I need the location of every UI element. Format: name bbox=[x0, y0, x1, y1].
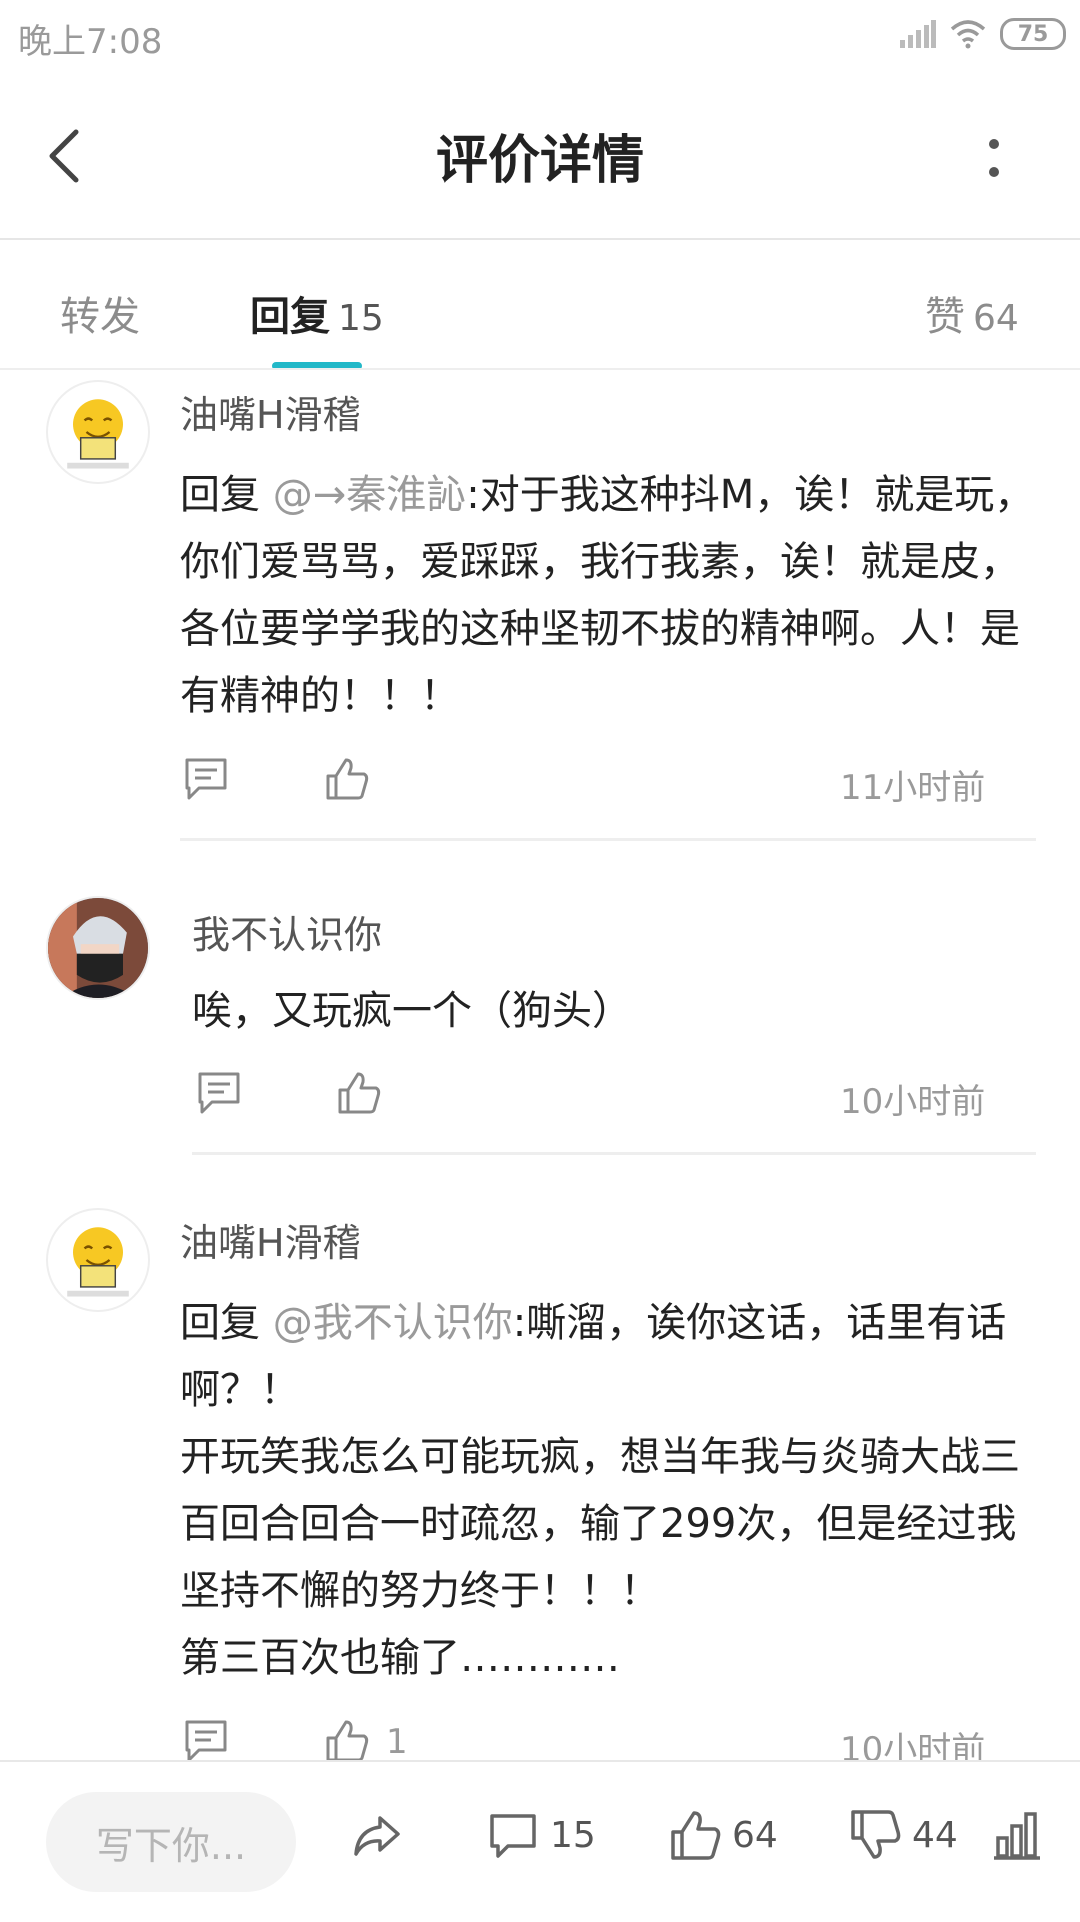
dislike-button[interactable]: 44 bbox=[848, 1808, 958, 1862]
comment-icon[interactable] bbox=[196, 1070, 242, 1116]
more-options-icon[interactable] bbox=[986, 138, 1002, 178]
battery-indicator: 75 bbox=[1000, 18, 1066, 50]
like-count: 64 bbox=[732, 1814, 778, 1856]
wifi-icon bbox=[950, 20, 986, 49]
comment-text: 唉，又玩疯一个（狗头） bbox=[192, 978, 1052, 1045]
thumbs-up-icon[interactable] bbox=[336, 1070, 382, 1116]
comment-icon[interactable] bbox=[183, 756, 229, 802]
comment-body: 唉，又玩疯一个（狗头） bbox=[192, 988, 632, 1034]
status-time: 晚上7:08 bbox=[18, 22, 163, 62]
mention-link[interactable]: @我不认识你 bbox=[273, 1300, 513, 1346]
comment-body: :嘶溜，诶你这话，话里有话啊？！ 开玩笑我怎么可能玩疯，想当年我与炎骑大战三百回… bbox=[180, 1300, 1020, 1681]
comment-like-count: 1 bbox=[386, 1722, 408, 1762]
page-title: 评价详情 bbox=[435, 131, 644, 191]
comments-count: 15 bbox=[550, 1814, 596, 1856]
comments-button[interactable]: 15 bbox=[486, 1808, 596, 1862]
comment-icon[interactable] bbox=[183, 1718, 229, 1764]
share-icon bbox=[354, 1816, 400, 1856]
tab-reply-label: 回复 bbox=[250, 294, 330, 340]
comment-divider bbox=[192, 1152, 1036, 1155]
thumbs-up-icon bbox=[671, 1811, 721, 1860]
compose-input[interactable]: 写下你... bbox=[46, 1792, 296, 1892]
comment-username[interactable]: 我不认识你 bbox=[192, 904, 382, 959]
comment-username[interactable]: 油嘴H滑稽 bbox=[180, 1212, 361, 1267]
comment-text: 回复 @→秦淮訫:对于我这种抖M，诶！就是玩，你们爱骂骂，爱踩踩，我行我素，诶！… bbox=[180, 462, 1040, 730]
tab-like-label: 赞 bbox=[925, 294, 965, 340]
share-button[interactable] bbox=[350, 1808, 404, 1862]
emoji-avatar-icon bbox=[67, 1227, 129, 1297]
tab-reply[interactable]: 回复 15 bbox=[250, 284, 384, 342]
mention-link[interactable]: @→秦淮訫 bbox=[273, 472, 467, 518]
tab-repost-label: 转发 bbox=[60, 294, 140, 340]
thumbs-up-icon[interactable] bbox=[324, 1718, 370, 1764]
comment-divider bbox=[180, 838, 1036, 841]
comment-text: 回复 @我不认识你:嘶溜，诶你这话，话里有话啊？！ 开玩笑我怎么可能玩疯，想当年… bbox=[180, 1290, 1040, 1692]
header-divider bbox=[0, 238, 1080, 240]
status-icons: 75 bbox=[900, 18, 1066, 50]
tab-repost[interactable]: 转发 bbox=[60, 284, 140, 342]
like-button[interactable]: 64 bbox=[668, 1808, 778, 1862]
avatar[interactable] bbox=[46, 1208, 150, 1312]
bar-chart-icon bbox=[994, 1812, 1040, 1860]
signal-icon bbox=[900, 20, 936, 48]
tab-like[interactable]: 赞 64 bbox=[925, 284, 1019, 342]
tab-like-count: 64 bbox=[973, 298, 1019, 339]
compose-placeholder: 写下你... bbox=[95, 1823, 247, 1868]
stats-button[interactable] bbox=[990, 1808, 1044, 1862]
dislike-count: 44 bbox=[912, 1814, 958, 1856]
thumbs-up-icon[interactable] bbox=[324, 756, 370, 802]
comment-bubble-icon bbox=[490, 1814, 536, 1858]
emoji-avatar-icon bbox=[67, 399, 129, 469]
avatar[interactable] bbox=[46, 380, 150, 484]
tabs-divider bbox=[0, 368, 1080, 370]
comment-time: 11小时前 bbox=[840, 768, 986, 808]
tab-reply-count: 15 bbox=[338, 298, 384, 339]
anime-avatar-icon bbox=[48, 898, 148, 998]
comment-username[interactable]: 油嘴H滑稽 bbox=[180, 384, 361, 439]
thumbs-down-icon bbox=[851, 1810, 901, 1859]
reply-prefix: 回复 bbox=[180, 472, 273, 518]
reply-prefix: 回复 bbox=[180, 1300, 273, 1346]
comment-time: 10小时前 bbox=[840, 1082, 986, 1122]
avatar[interactable] bbox=[46, 896, 150, 1000]
